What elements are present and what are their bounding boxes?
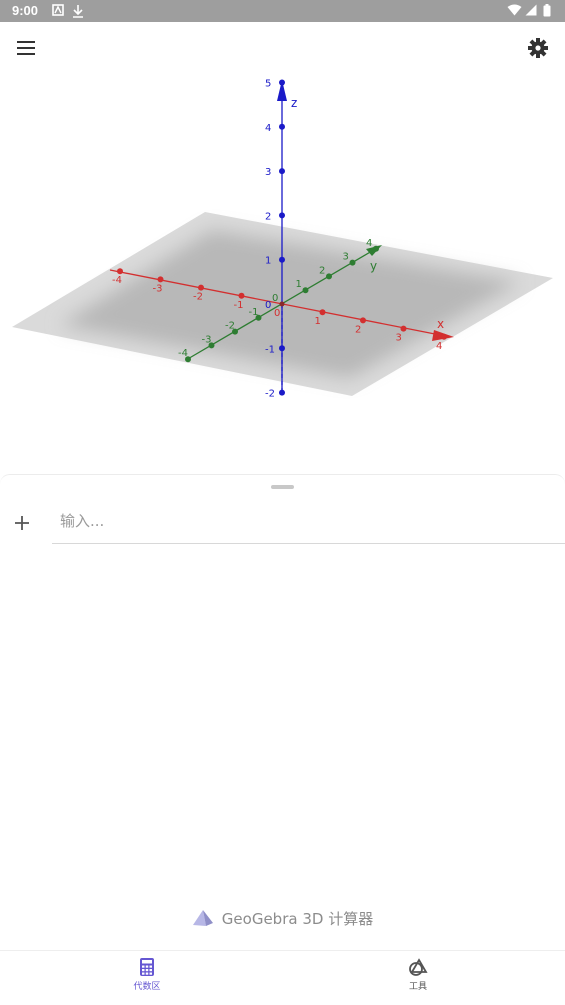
status-bar: 9:00 xyxy=(0,0,565,22)
battery-icon xyxy=(543,4,551,21)
graphics-canvas[interactable]: -4 -3 -2 -1 0 1 2 3 4 -4 -3 -2 -1 0 1 2 3 4 -2 -1 0 1 2 3 4 5 x y… xyxy=(0,22,565,472)
x-axis-tick-label: -2 xyxy=(193,292,203,303)
plus-icon xyxy=(15,516,29,530)
app-branding: GeoGebra 3D 计算器 xyxy=(0,906,565,930)
x-axis-tick-label: 4 xyxy=(436,341,442,352)
x-axis-tick-dot xyxy=(157,276,164,283)
x-axis-tick-dot xyxy=(400,325,407,332)
x-axis-tick-label: 0 xyxy=(274,308,280,319)
wifi-icon xyxy=(507,4,522,20)
y-axis-tick-label: -4 xyxy=(178,348,188,359)
z-axis-tick-dot xyxy=(279,79,285,86)
geogebra-3d-logo-icon xyxy=(192,910,213,926)
z-axis-tick-label: 3 xyxy=(265,167,271,178)
x-axis-tick-label: -3 xyxy=(153,283,163,294)
y-axis-tick-label: -1 xyxy=(249,307,259,318)
x-axis-tick-dot xyxy=(198,284,204,291)
z-axis-tick-label: 5 xyxy=(265,79,271,90)
origin-point xyxy=(279,301,285,307)
x-axis-tick-label: 3 xyxy=(396,333,402,344)
algebra-input[interactable] xyxy=(52,501,540,541)
z-axis-tick-label: 1 xyxy=(265,256,271,267)
tab-tools[interactable]: 工具 xyxy=(378,957,458,1001)
z-axis-tick-dot xyxy=(279,123,285,130)
calculator-icon xyxy=(140,958,154,976)
tab-algebra-label: 代数区 xyxy=(133,982,161,992)
y-axis-tick-label: 4 xyxy=(366,238,372,249)
x-axis-tick-label: -4 xyxy=(112,275,122,286)
y-axis-tick-label: -2 xyxy=(225,321,235,332)
y-axis-tick-label: 0 xyxy=(272,293,278,304)
xy-plane-shading xyxy=(60,230,520,378)
z-axis-tick-label: 2 xyxy=(265,211,271,222)
z-axis-label: z xyxy=(291,96,297,110)
algebra-input-row xyxy=(52,501,565,544)
y-axis-tick-dot xyxy=(349,259,356,266)
y-axis-label: y xyxy=(370,259,377,273)
x-axis-tick-label: 2 xyxy=(355,324,361,335)
y-axis-tick-label: 2 xyxy=(319,265,325,276)
x-axis-label: x xyxy=(437,317,444,331)
algebra-panel xyxy=(0,474,565,951)
tab-algebra[interactable]: 代数区 xyxy=(107,957,187,1001)
download-icon xyxy=(72,4,84,22)
z-axis-tick-label: 0 xyxy=(265,300,271,311)
z-axis-tick-dot xyxy=(279,212,285,219)
signal-icon xyxy=(525,4,537,20)
notification-icon xyxy=(52,4,64,20)
x-axis-tick-dot xyxy=(441,333,447,340)
y-axis-tick-dot xyxy=(326,273,332,280)
add-item-button[interactable] xyxy=(8,509,36,537)
y-axis-tick-label: -3 xyxy=(202,334,212,345)
y-axis-tick-label: 3 xyxy=(343,252,349,263)
branding-text: GeoGebra 3D 计算器 xyxy=(221,909,374,928)
z-axis-tick-label: 4 xyxy=(265,123,271,134)
z-axis-tick-dot xyxy=(279,345,285,352)
z-axis-tick-dot xyxy=(279,256,285,263)
drag-handle[interactable] xyxy=(271,485,294,489)
bottom-navigation: 代数区 工具 xyxy=(0,950,565,1005)
tab-tools-label: 工具 xyxy=(408,982,427,992)
z-axis-tick-label: -2 xyxy=(265,389,275,400)
graphics-3d-view[interactable]: -4 -3 -2 -1 0 1 2 3 4 -4 -3 -2 -1 0 1 2 3 4 -2 -1 0 1 2 3 4 5 x y… xyxy=(0,22,565,472)
x-axis-tick-dot xyxy=(319,309,326,316)
z-axis-tick-label: -1 xyxy=(265,344,275,355)
shapes-tools-icon xyxy=(409,958,428,976)
y-axis-tick-dot xyxy=(373,245,379,252)
x-axis-tick-dot xyxy=(117,268,123,275)
z-axis-tick-dot xyxy=(279,389,285,396)
x-axis-tick-dot xyxy=(238,292,245,299)
x-axis-tick-label: -1 xyxy=(234,300,244,311)
x-axis-tick-dot xyxy=(360,317,366,324)
y-axis-tick-dot xyxy=(302,287,309,294)
status-time: 9:00 xyxy=(12,3,39,18)
z-axis-tick-dot xyxy=(279,168,285,175)
x-axis-tick-label: 1 xyxy=(315,316,321,327)
y-axis-tick-label: 1 xyxy=(296,279,302,290)
